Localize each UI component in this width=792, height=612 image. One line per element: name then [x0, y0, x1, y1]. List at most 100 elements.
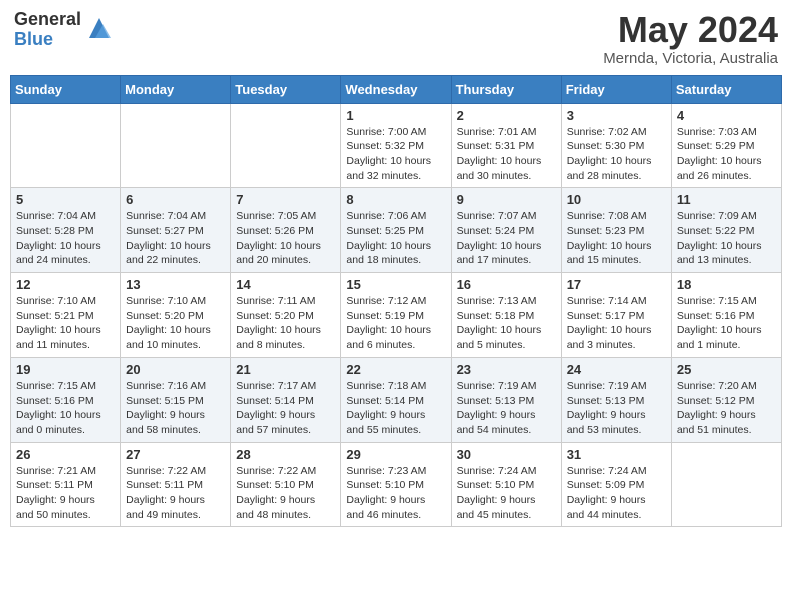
day-number: 20: [126, 362, 225, 377]
weekday-header: Friday: [561, 75, 671, 103]
weekday-header: Wednesday: [341, 75, 451, 103]
calendar-cell: 22 Sunrise: 7:18 AM Sunset: 5:14 PM Dayli…: [341, 357, 451, 442]
calendar-cell: 17 Sunrise: 7:14 AM Sunset: 5:17 PM Dayli…: [561, 273, 671, 358]
calendar-cell: [121, 103, 231, 188]
weekday-header: Tuesday: [231, 75, 341, 103]
calendar-cell: 29 Sunrise: 7:23 AM Sunset: 5:10 PM Dayli…: [341, 442, 451, 527]
logo: General Blue: [14, 10, 113, 50]
calendar-week-row: 5 Sunrise: 7:04 AM Sunset: 5:28 PM Daylig…: [11, 188, 782, 273]
calendar-cell: 3Sunrise: 7:02 AM Sunset: 5:30 PM Daylig…: [561, 103, 671, 188]
day-number: 11: [677, 192, 776, 207]
calendar-cell: 30 Sunrise: 7:24 AM Sunset: 5:10 PM Dayli…: [451, 442, 561, 527]
day-info: Sunrise: 7:06 AM Sunset: 5:25 PM Dayligh…: [346, 209, 445, 268]
day-info: Sunrise: 7:08 AM Sunset: 5:23 PM Dayligh…: [567, 209, 666, 268]
calendar-cell: 12 Sunrise: 7:10 AM Sunset: 5:21 PM Dayli…: [11, 273, 121, 358]
day-info: Sunrise: 7:13 AM Sunset: 5:18 PM Dayligh…: [457, 294, 556, 353]
day-number: 9: [457, 192, 556, 207]
location: Mernda, Victoria, Australia: [603, 50, 778, 67]
calendar-cell: 18Sunrise: 7:15 AM Sunset: 5:16 PM Dayli…: [671, 273, 781, 358]
calendar-cell: 11 Sunrise: 7:09 AM Sunset: 5:22 PM Dayli…: [671, 188, 781, 273]
day-number: 7: [236, 192, 335, 207]
calendar-cell: 15 Sunrise: 7:12 AM Sunset: 5:19 PM Dayli…: [341, 273, 451, 358]
day-info: Sunrise: 7:24 AM Sunset: 5:09 PM Dayligh…: [567, 464, 666, 523]
calendar-week-row: 19Sunrise: 7:15 AM Sunset: 5:16 PM Dayli…: [11, 357, 782, 442]
day-number: 6: [126, 192, 225, 207]
day-info: Sunrise: 7:10 AM Sunset: 5:20 PM Dayligh…: [126, 294, 225, 353]
weekday-header-row: SundayMondayTuesdayWednesdayThursdayFrid…: [11, 75, 782, 103]
day-number: 21: [236, 362, 335, 377]
day-number: 4: [677, 108, 776, 123]
day-info: Sunrise: 7:07 AM Sunset: 5:24 PM Dayligh…: [457, 209, 556, 268]
day-info: Sunrise: 7:04 AM Sunset: 5:27 PM Dayligh…: [126, 209, 225, 268]
day-number: 19: [16, 362, 115, 377]
day-number: 29: [346, 447, 445, 462]
month-title: May 2024: [603, 10, 778, 50]
page-header: General Blue May 2024 Mernda, Victoria, …: [10, 10, 782, 67]
day-info: Sunrise: 7:20 AM Sunset: 5:12 PM Dayligh…: [677, 379, 776, 438]
day-number: 12: [16, 277, 115, 292]
day-number: 30: [457, 447, 556, 462]
day-info: Sunrise: 7:09 AM Sunset: 5:22 PM Dayligh…: [677, 209, 776, 268]
weekday-header: Monday: [121, 75, 231, 103]
weekday-header: Saturday: [671, 75, 781, 103]
calendar-cell: [231, 103, 341, 188]
day-number: 1: [346, 108, 445, 123]
day-info: Sunrise: 7:19 AM Sunset: 5:13 PM Dayligh…: [567, 379, 666, 438]
day-info: Sunrise: 7:00 AM Sunset: 5:32 PM Dayligh…: [346, 125, 445, 184]
calendar-week-row: 26Sunrise: 7:21 AM Sunset: 5:11 PM Dayli…: [11, 442, 782, 527]
calendar-cell: 4 Sunrise: 7:03 AM Sunset: 5:29 PM Daylig…: [671, 103, 781, 188]
calendar-cell: 31 Sunrise: 7:24 AM Sunset: 5:09 PM Dayli…: [561, 442, 671, 527]
calendar-cell: 27Sunrise: 7:22 AM Sunset: 5:11 PM Dayli…: [121, 442, 231, 527]
calendar-cell: 19Sunrise: 7:15 AM Sunset: 5:16 PM Dayli…: [11, 357, 121, 442]
day-info: Sunrise: 7:22 AM Sunset: 5:10 PM Dayligh…: [236, 464, 335, 523]
day-number: 15: [346, 277, 445, 292]
day-info: Sunrise: 7:01 AM Sunset: 5:31 PM Dayligh…: [457, 125, 556, 184]
calendar-cell: 10 Sunrise: 7:08 AM Sunset: 5:23 PM Dayli…: [561, 188, 671, 273]
weekday-header: Sunday: [11, 75, 121, 103]
calendar-cell: 23Sunrise: 7:19 AM Sunset: 5:13 PM Dayli…: [451, 357, 561, 442]
day-number: 8: [346, 192, 445, 207]
calendar-cell: 28Sunrise: 7:22 AM Sunset: 5:10 PM Dayli…: [231, 442, 341, 527]
calendar-cell: 5 Sunrise: 7:04 AM Sunset: 5:28 PM Daylig…: [11, 188, 121, 273]
day-info: Sunrise: 7:03 AM Sunset: 5:29 PM Dayligh…: [677, 125, 776, 184]
calendar-cell: 6 Sunrise: 7:04 AM Sunset: 5:27 PM Daylig…: [121, 188, 231, 273]
day-number: 25: [677, 362, 776, 377]
calendar-cell: 2 Sunrise: 7:01 AM Sunset: 5:31 PM Daylig…: [451, 103, 561, 188]
day-info: Sunrise: 7:12 AM Sunset: 5:19 PM Dayligh…: [346, 294, 445, 353]
calendar-cell: 1 Sunrise: 7:00 AM Sunset: 5:32 PM Daylig…: [341, 103, 451, 188]
calendar-cell: 20Sunrise: 7:16 AM Sunset: 5:15 PM Dayli…: [121, 357, 231, 442]
day-info: Sunrise: 7:10 AM Sunset: 5:21 PM Dayligh…: [16, 294, 115, 353]
calendar-cell: 13 Sunrise: 7:10 AM Sunset: 5:20 PM Dayli…: [121, 273, 231, 358]
day-number: 17: [567, 277, 666, 292]
day-number: 31: [567, 447, 666, 462]
day-info: Sunrise: 7:24 AM Sunset: 5:10 PM Dayligh…: [457, 464, 556, 523]
day-number: 5: [16, 192, 115, 207]
calendar-week-row: 12 Sunrise: 7:10 AM Sunset: 5:21 PM Dayli…: [11, 273, 782, 358]
title-block: May 2024 Mernda, Victoria, Australia: [603, 10, 778, 67]
day-info: Sunrise: 7:02 AM Sunset: 5:30 PM Dayligh…: [567, 125, 666, 184]
day-info: Sunrise: 7:04 AM Sunset: 5:28 PM Dayligh…: [16, 209, 115, 268]
day-info: Sunrise: 7:14 AM Sunset: 5:17 PM Dayligh…: [567, 294, 666, 353]
day-info: Sunrise: 7:15 AM Sunset: 5:16 PM Dayligh…: [677, 294, 776, 353]
calendar-cell: [11, 103, 121, 188]
day-number: 13: [126, 277, 225, 292]
logo-icon: [85, 14, 113, 42]
day-info: Sunrise: 7:05 AM Sunset: 5:26 PM Dayligh…: [236, 209, 335, 268]
day-number: 2: [457, 108, 556, 123]
calendar-cell: 24Sunrise: 7:19 AM Sunset: 5:13 PM Dayli…: [561, 357, 671, 442]
day-info: Sunrise: 7:22 AM Sunset: 5:11 PM Dayligh…: [126, 464, 225, 523]
day-info: Sunrise: 7:23 AM Sunset: 5:10 PM Dayligh…: [346, 464, 445, 523]
calendar-cell: [671, 442, 781, 527]
logo-blue-text: Blue: [14, 30, 81, 50]
calendar-week-row: 1 Sunrise: 7:00 AM Sunset: 5:32 PM Daylig…: [11, 103, 782, 188]
calendar-cell: 16Sunrise: 7:13 AM Sunset: 5:18 PM Dayli…: [451, 273, 561, 358]
day-number: 26: [16, 447, 115, 462]
calendar-cell: 21 Sunrise: 7:17 AM Sunset: 5:14 PM Dayli…: [231, 357, 341, 442]
day-info: Sunrise: 7:18 AM Sunset: 5:14 PM Dayligh…: [346, 379, 445, 438]
day-info: Sunrise: 7:17 AM Sunset: 5:14 PM Dayligh…: [236, 379, 335, 438]
day-info: Sunrise: 7:11 AM Sunset: 5:20 PM Dayligh…: [236, 294, 335, 353]
day-number: 22: [346, 362, 445, 377]
day-number: 10: [567, 192, 666, 207]
calendar-cell: 26Sunrise: 7:21 AM Sunset: 5:11 PM Dayli…: [11, 442, 121, 527]
day-number: 23: [457, 362, 556, 377]
